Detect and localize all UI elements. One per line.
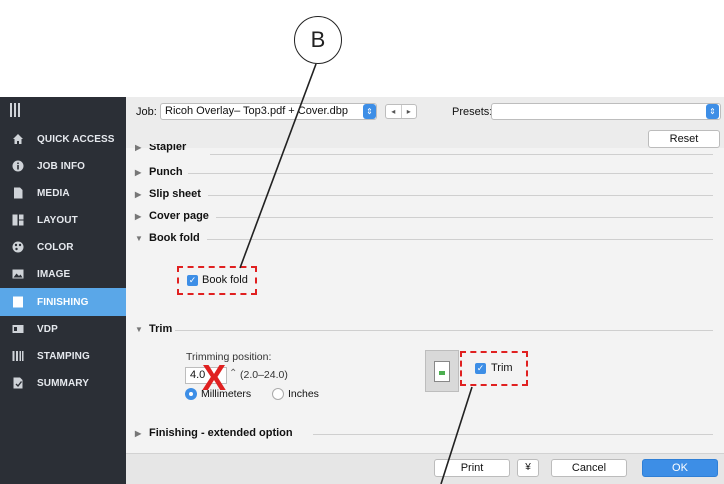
callout-trim-line	[440, 386, 473, 484]
callout-lines	[239, 63, 473, 484]
callout-b-line	[239, 63, 317, 269]
